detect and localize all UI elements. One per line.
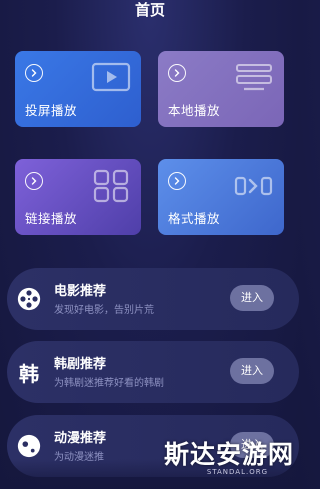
play-screen-icon [91,62,131,92]
row-title: 动漫推荐 [54,431,107,446]
card-label: 格式播放 [168,211,221,226]
arrow-circle-icon [168,64,186,82]
page-title: 首页 [134,1,165,19]
card-link-play[interactable]: 链接播放 [15,159,141,235]
film-reel-icon [13,284,45,314]
card-label: 链接播放 [25,211,78,226]
list-item-movie[interactable]: 电影推荐 发现好电影，告别片荒 进入 [7,268,299,330]
arrow-circle-icon [25,64,43,82]
link-icon [93,169,129,203]
watermark-text: 斯达安游网 [163,440,294,469]
card-local-play[interactable]: 本地播放 [158,51,284,127]
korea-icon-glyph: 韩 [19,361,39,386]
enter-button[interactable]: 进入 [230,285,274,311]
row-subtitle: 发现好电影，告别片荒 [54,305,154,316]
watermark: 斯达安游网 STANDAL.ORG [114,440,294,476]
row-title: 韩剧推荐 [54,357,107,372]
list-icon [236,64,272,91]
row-subtitle: 为韩剧迷推荐好看的韩剧 [54,378,164,389]
format-convert-icon [234,176,273,196]
korea-icon: 韩 [13,357,45,387]
card-format-play[interactable]: 格式播放 [158,159,284,235]
anime-icon [13,431,45,461]
card-screencast-play[interactable]: 投屏播放 [15,51,141,127]
arrow-circle-icon [25,172,43,190]
enter-button[interactable]: 进入 [230,358,274,384]
card-label: 本地播放 [168,103,221,118]
card-label: 投屏播放 [25,103,78,118]
row-title: 电影推荐 [54,284,107,299]
arrow-circle-icon [168,172,186,190]
list-item-kdrama[interactable]: 韩 韩剧推荐 为韩剧迷推荐好看的韩剧 进入 [7,341,299,403]
